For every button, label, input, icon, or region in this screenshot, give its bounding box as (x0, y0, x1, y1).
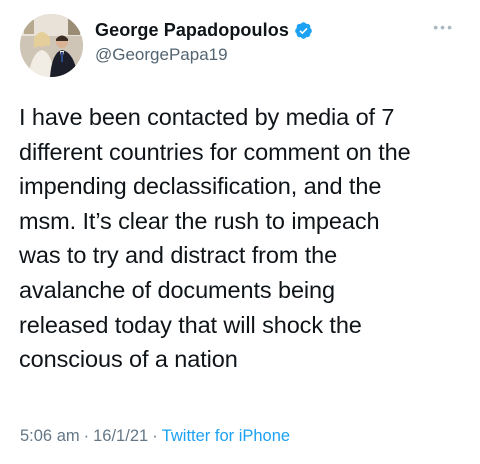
tweet-date[interactable]: 16/1/21 (93, 427, 148, 445)
avatar[interactable] (20, 14, 83, 77)
tweet-text: I have been contacted by media of 7 diff… (19, 100, 467, 377)
tweet-text-line: released today that will shock the (19, 311, 362, 338)
meta-separator: · (83, 427, 90, 445)
author-display-name[interactable]: George Papadopoulos (95, 20, 289, 41)
more-options-icon[interactable]: ••• (433, 20, 454, 34)
tweet-text-line: different countries for comment on the (19, 138, 411, 165)
tweet-card: George Papadopoulos @GeorgePapa19 ••• I … (0, 0, 480, 464)
tweet-metadata: 5:06 am · 16/1/21 · Twitter for iPhone (20, 427, 290, 446)
tweet-text-line: msm. It’s clear the rush to impeach (19, 207, 380, 234)
tweet-text-line: avalanche of documents being (19, 276, 335, 303)
tweet-time[interactable]: 5:06 am (20, 427, 80, 445)
author-name-row: George Papadopoulos (95, 20, 313, 41)
tweet-text-line: conscious of a nation (19, 346, 238, 373)
author-handle[interactable]: @GeorgePapa19 (95, 45, 228, 65)
tweet-text-line: impending declassification, and the (19, 173, 382, 200)
verified-badge-icon (294, 21, 313, 40)
avatar-photo-icon (20, 14, 83, 77)
tweet-text-line: I have been contacted by media of 7 (19, 104, 395, 130)
meta-separator: · (152, 427, 158, 445)
tweet-text-line: was to try and distract from the (19, 242, 338, 269)
tweet-source-link[interactable]: Twitter for iPhone (162, 427, 290, 445)
